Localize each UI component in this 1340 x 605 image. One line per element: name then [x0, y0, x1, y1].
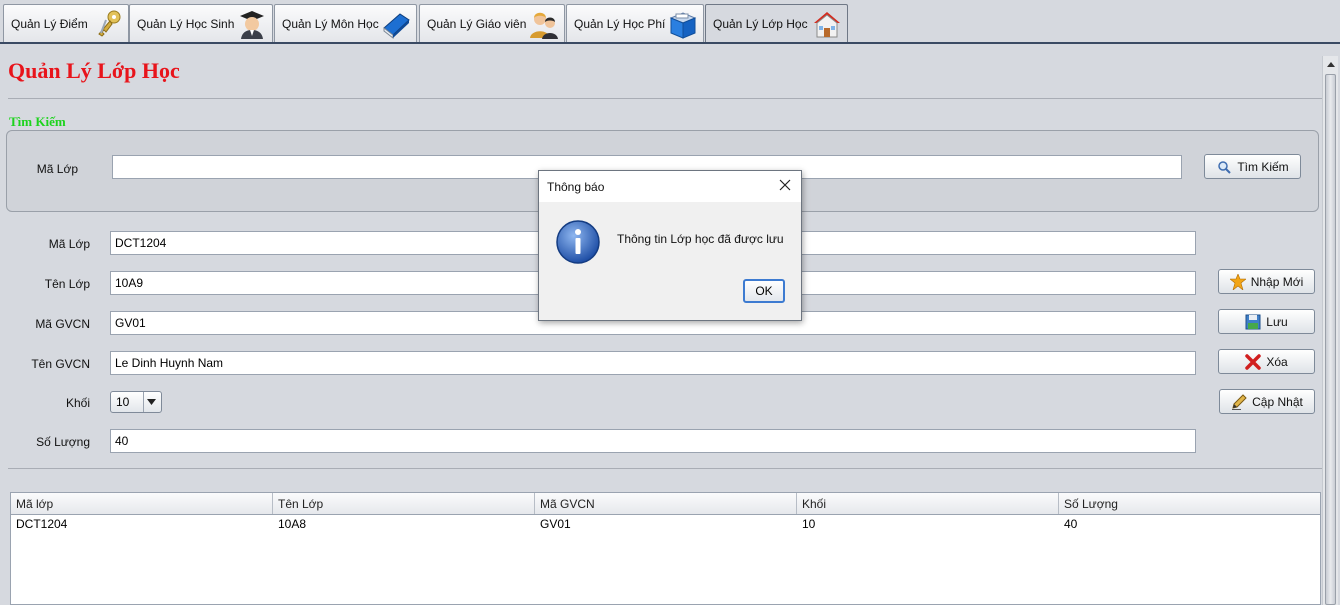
ten-gvcn-input[interactable] — [110, 351, 1196, 375]
save-button[interactable]: Lưu — [1218, 309, 1315, 334]
search-button[interactable]: Tìm Kiếm — [1204, 154, 1301, 179]
table-cell: 40 — [1064, 517, 1078, 531]
info-dialog: Thông báo Thông tin Lớp học đã được lưu … — [538, 170, 802, 321]
new-star-icon — [1229, 273, 1246, 290]
so-luong-input[interactable] — [110, 429, 1196, 453]
delete-x-icon — [1245, 353, 1262, 370]
class-table: Mã lớp Tên Lớp Mã GVCN Khối Số Lượng DCT… — [10, 492, 1321, 605]
book-icon — [383, 13, 410, 40]
dialog-titlebar: Thông báo — [539, 171, 801, 202]
tab-quan-ly-hoc-phi[interactable]: Quản Lý Học Phí — [566, 4, 704, 42]
tab-bar: Quản Lý Điểm Quản Lý Học Sinh Quản Lý Mô… — [0, 0, 1340, 44]
keys-icon — [98, 10, 121, 37]
new-button[interactable]: Nhập Mới — [1218, 269, 1315, 294]
divider — [8, 98, 1322, 99]
update-button[interactable]: Cập Nhật — [1219, 389, 1315, 414]
house-icon — [814, 12, 840, 38]
table-cell: DCT1204 — [16, 517, 68, 531]
tab-label: Quản Lý Môn Học — [282, 16, 379, 31]
ma-lop-label: Mã Lớp — [48, 237, 90, 251]
khoi-select-value: 10 — [116, 395, 130, 409]
search-button-label: Tìm Kiếm — [1237, 159, 1289, 174]
column-header-ma-lop[interactable]: Mã lớp — [11, 493, 273, 514]
student-icon — [240, 11, 264, 39]
close-icon[interactable] — [778, 178, 792, 192]
tab-quan-ly-mon-hoc[interactable]: Quản Lý Môn Học — [274, 4, 417, 42]
scrollbar-thumb[interactable] — [1325, 74, 1336, 605]
tab-quan-ly-giao-vien[interactable]: Quản Lý Giáo viên — [419, 4, 565, 42]
search-icon — [1218, 160, 1232, 174]
column-header-ten-lop[interactable]: Tên Lớp — [273, 493, 535, 514]
search-section-label: Tìm Kiếm — [9, 114, 66, 129]
table-header: Mã lớp Tên Lớp Mã GVCN Khối Số Lượng — [11, 493, 1320, 515]
chevron-down-icon[interactable] — [143, 392, 159, 412]
tab-label: Quản Lý Lớp Học — [713, 17, 808, 31]
khoi-label: Khối — [65, 396, 90, 410]
ok-button[interactable]: OK — [743, 279, 785, 303]
search-ma-lop-label: Mã Lớp — [36, 162, 78, 176]
tab-label: Quản Lý Học Sinh — [137, 16, 235, 31]
tab-quan-ly-diem[interactable]: Quản Lý Điểm — [3, 4, 129, 42]
update-button-label: Cập Nhật — [1252, 394, 1303, 409]
dialog-title: Thông báo — [547, 179, 605, 194]
column-header-ma-gvcn[interactable]: Mã GVCN — [535, 493, 797, 514]
main-panel: Quản Lý Lớp Học Tìm Kiếm Mã Lớp Tìm Kiếm… — [0, 44, 1322, 605]
table-cell: 10 — [802, 517, 816, 531]
so-luong-label: Số Lượng — [36, 435, 90, 449]
table-cell: GV01 — [540, 517, 571, 531]
divider — [8, 468, 1322, 469]
tab-quan-ly-lop-hoc[interactable]: Quản Lý Lớp Học — [705, 4, 848, 43]
info-icon — [556, 220, 600, 264]
ma-gvcn-label: Mã GVCN — [35, 317, 90, 331]
ten-lop-label: Tên Lớp — [44, 277, 90, 291]
tab-label: Quản Lý Giáo viên — [427, 16, 527, 31]
save-icon — [1245, 314, 1261, 329]
tab-label: Quản Lý Học Phí — [574, 16, 666, 31]
vertical-scrollbar[interactable] — [1322, 56, 1338, 605]
fee-box-icon — [669, 12, 697, 39]
tab-quan-ly-hoc-sinh[interactable]: Quản Lý Học Sinh — [129, 4, 273, 42]
page-title: Quản Lý Lớp Học — [8, 58, 180, 83]
teachers-icon — [530, 12, 558, 39]
scroll-up-arrow-icon[interactable] — [1323, 56, 1338, 72]
save-button-label: Lưu — [1266, 314, 1288, 329]
column-header-khoi[interactable]: Khối — [797, 493, 1059, 514]
table-cell: 10A8 — [278, 517, 307, 531]
tab-label: Quản Lý Điểm — [11, 16, 88, 31]
edit-pencil-icon — [1232, 393, 1247, 410]
delete-button[interactable]: Xóa — [1218, 349, 1315, 374]
ten-gvcn-label: Tên GVCN — [31, 357, 90, 371]
new-button-label: Nhập Mới — [1250, 274, 1304, 289]
khoi-select[interactable]: 10 — [110, 391, 162, 413]
table-row[interactable]: DCT1204 10A8 GV01 10 40 — [11, 515, 1320, 532]
dialog-message: Thông tin Lớp học đã được lưu — [617, 232, 784, 246]
column-header-so-luong[interactable]: Số Lượng — [1059, 493, 1320, 514]
delete-button-label: Xóa — [1266, 354, 1288, 369]
